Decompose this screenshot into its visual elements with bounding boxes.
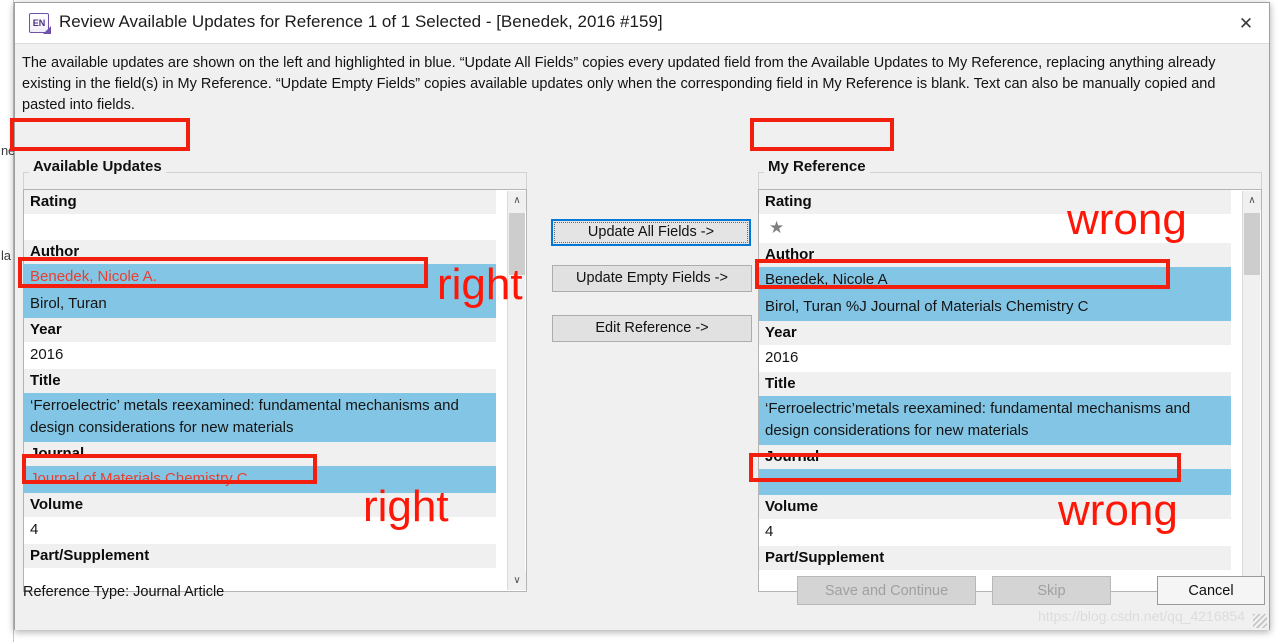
skip-button[interactable]: Skip <box>992 576 1111 605</box>
dialog-body: The available updates are shown on the l… <box>15 44 1269 630</box>
field-label-year: Year <box>24 318 496 342</box>
field-label-journal: Journal <box>24 442 496 466</box>
field-value-journal[interactable] <box>759 469 1231 495</box>
field-label-year: Year <box>759 321 1231 345</box>
field-label-author: Author <box>24 240 496 264</box>
dialog-title: Review Available Updates for Reference 1… <box>59 12 663 31</box>
chevron-up-icon[interactable]: ∧ <box>1243 191 1261 210</box>
watermark: https://blog.csdn.net/qq_4216854 <box>1037 608 1245 624</box>
resize-grip[interactable] <box>1253 614 1267 628</box>
reference-type-label: Reference Type: Journal Article <box>23 584 225 600</box>
field-value-journal[interactable]: Journal of Materials Chemistry C <box>24 466 496 493</box>
available-updates-legend: Available Updates <box>29 158 166 175</box>
endnote-app-icon: EN <box>29 13 49 33</box>
field-value-author-2[interactable]: Birol, Turan <box>24 291 496 318</box>
update-all-fields-label: Update All Fields -> <box>554 222 748 243</box>
dialog-titlebar: EN Review Available Updates for Referenc… <box>15 3 1269 44</box>
edit-reference-label: Edit Reference -> <box>595 320 709 336</box>
field-value-year[interactable]: 2016 <box>759 345 1231 372</box>
field-label-part-supplement: Part/Supplement <box>24 544 496 568</box>
field-label-title: Title <box>24 369 496 393</box>
field-value-volume[interactable]: 4 <box>24 517 496 544</box>
star-icon[interactable]: ★ <box>759 214 1231 243</box>
field-label-author: Author <box>759 243 1231 267</box>
chevron-down-icon[interactable]: ∨ <box>508 571 526 590</box>
update-empty-fields-label: Update Empty Fields -> <box>576 270 728 286</box>
field-value-rating[interactable] <box>24 214 496 240</box>
field-value-author-2[interactable]: Birol, Turan %J Journal of Materials Che… <box>759 294 1231 321</box>
save-and-continue-button[interactable]: Save and Continue <box>797 576 976 605</box>
field-value-author-1[interactable]: Benedek, Nicole A <box>759 267 1231 294</box>
my-reference-field-list[interactable]: Rating ★ Author Benedek, Nicole A Birol,… <box>758 189 1262 592</box>
cancel-button[interactable]: Cancel <box>1157 576 1265 605</box>
field-label-rating: Rating <box>24 190 496 214</box>
field-value-year[interactable]: 2016 <box>24 342 496 369</box>
available-updates-field-list[interactable]: Rating Author Benedek, Nicole A. Birol, … <box>23 189 527 592</box>
update-empty-fields-button[interactable]: Update Empty Fields -> <box>552 265 752 292</box>
review-updates-dialog: EN Review Available Updates for Referenc… <box>14 2 1270 630</box>
scrollbar-thumb-right[interactable] <box>1244 213 1260 275</box>
edit-reference-button[interactable]: Edit Reference -> <box>552 315 752 342</box>
my-reference-legend: My Reference <box>764 158 870 175</box>
field-label-volume: Volume <box>24 493 496 517</box>
field-label-rating: Rating <box>759 190 1231 214</box>
field-label-title: Title <box>759 372 1231 396</box>
scrollbar-thumb-left[interactable] <box>509 213 525 275</box>
field-value-volume[interactable]: 4 <box>759 519 1231 546</box>
background-text-fragment-top: ne <box>1 143 16 158</box>
close-icon[interactable]: ✕ <box>1223 3 1269 43</box>
field-label-journal: Journal <box>759 445 1231 469</box>
field-value-title[interactable]: ‘Ferroelectric’metals reexamined: fundam… <box>759 396 1231 445</box>
chevron-up-icon[interactable]: ∧ <box>508 191 526 210</box>
scrollbar-left[interactable]: ∧ ∨ <box>507 191 526 590</box>
field-label-part-supplement: Part/Supplement <box>759 546 1231 570</box>
scrollbar-right[interactable]: ∧ ∨ <box>1242 191 1261 590</box>
field-value-title[interactable]: ‘Ferroelectric’ metals reexamined: funda… <box>24 393 496 442</box>
background-text-fragment-bottom: la <box>1 248 11 263</box>
field-value-author-1[interactable]: Benedek, Nicole A. <box>24 264 496 291</box>
field-label-volume: Volume <box>759 495 1231 519</box>
update-all-fields-button[interactable]: Update All Fields -> <box>551 219 751 246</box>
dialog-description: The available updates are shown on the l… <box>22 55 1216 113</box>
